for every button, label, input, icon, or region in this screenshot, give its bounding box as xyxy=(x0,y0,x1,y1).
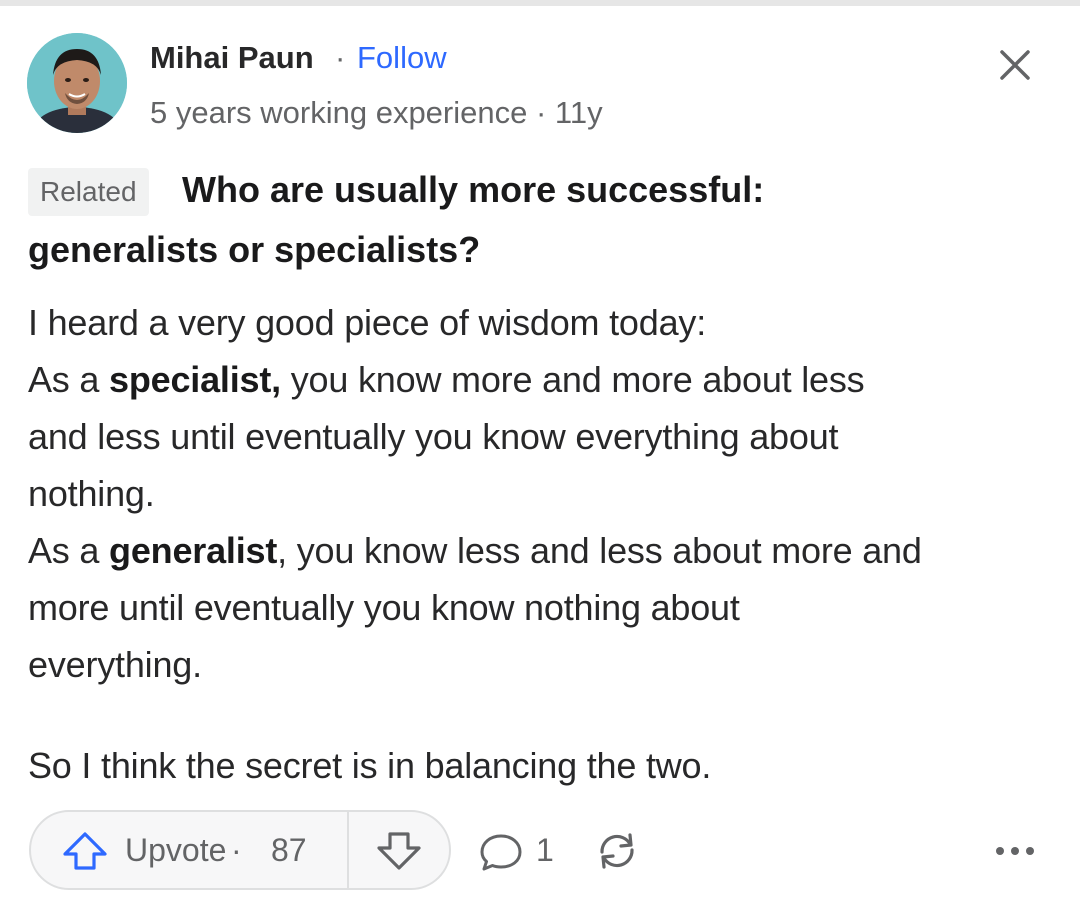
vote-pill: Upvote · 87 xyxy=(29,810,451,890)
author-avatar[interactable] xyxy=(27,33,127,133)
upvote-separator: · xyxy=(231,832,242,868)
top-divider xyxy=(0,0,1080,6)
answer-line: and less until eventually you know every… xyxy=(28,416,839,457)
comment-bubble-icon xyxy=(480,834,522,871)
more-dots-icon xyxy=(996,847,1034,855)
share-icon xyxy=(600,833,634,869)
answer-text: , you know less and less about more and xyxy=(277,530,922,571)
close-icon xyxy=(1000,50,1030,80)
answer-line: As a generalist, you know less and less … xyxy=(28,530,922,572)
upvote-count: 87 xyxy=(271,832,307,868)
answer-line: everything. xyxy=(28,644,202,685)
related-badge: Related xyxy=(28,168,149,216)
author-name[interactable]: Mihai Paun xyxy=(150,40,314,76)
answer-line: more until eventually you know nothing a… xyxy=(28,587,740,628)
answer-bold-text: specialist, xyxy=(109,359,281,400)
arrow-down-icon xyxy=(377,832,421,870)
author-credential: 5 years working experience · 11y xyxy=(150,95,603,130)
answer-line: As a specialist, you know more and more … xyxy=(28,359,865,401)
question-title-line-2[interactable]: generalists or specialists? xyxy=(28,229,480,271)
answer-line: So I think the secret is in balancing th… xyxy=(28,745,712,786)
comment-count: 1 xyxy=(536,832,554,868)
question-title-line-1[interactable]: Who are usually more successful: xyxy=(182,169,764,211)
answer-bold-text: generalist xyxy=(109,530,278,571)
share-button[interactable] xyxy=(592,828,642,874)
upvote-label: Upvote xyxy=(125,832,227,868)
arrow-up-icon xyxy=(63,832,107,870)
answer-line: nothing. xyxy=(28,473,155,514)
answer-line: I heard a very good piece of wisdom toda… xyxy=(28,302,706,343)
answer-text: As a xyxy=(28,359,110,400)
answer-text: you know more and more about less xyxy=(280,359,865,400)
close-button[interactable] xyxy=(992,42,1038,88)
more-options-button[interactable] xyxy=(988,830,1044,872)
comment-button[interactable]: 1 xyxy=(478,828,558,874)
downvote-button[interactable] xyxy=(349,812,449,888)
answer-text: As a xyxy=(28,530,110,571)
avatar-image xyxy=(27,33,127,133)
follow-button[interactable]: Follow xyxy=(357,40,447,76)
upvote-button[interactable]: Upvote · 87 xyxy=(31,812,347,888)
name-follow-separator: · xyxy=(335,40,346,75)
